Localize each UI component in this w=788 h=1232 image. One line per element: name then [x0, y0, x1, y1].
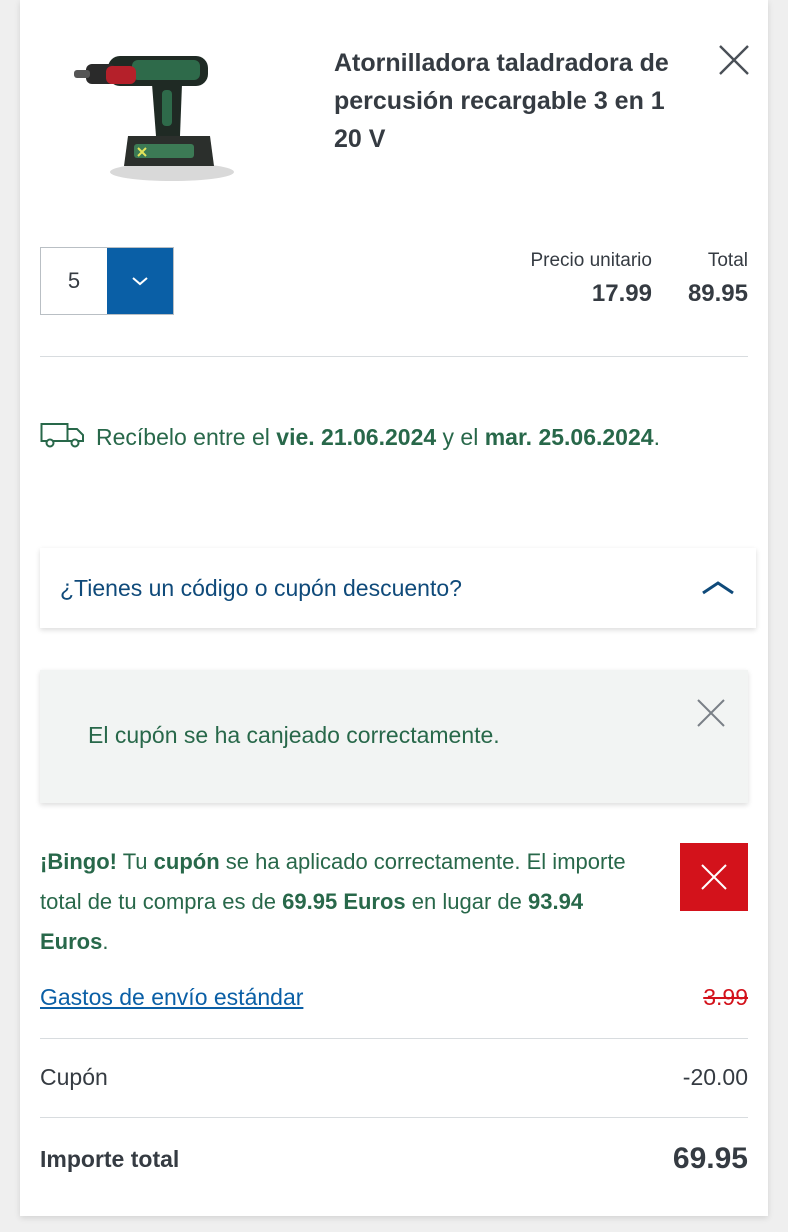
- unit-price: Precio unitario 17.99: [530, 250, 651, 308]
- divider: [40, 1038, 748, 1039]
- shipping-link[interactable]: Gastos de envío estándar: [40, 984, 303, 1011]
- close-icon: [701, 864, 727, 890]
- line-total-value: 89.95: [687, 280, 748, 307]
- coupon-success-alert: El cupón se ha canjeado correctamente.: [40, 670, 748, 803]
- total-row: Importe total 69.95: [40, 1142, 748, 1176]
- product-title[interactable]: Atornilladora taladradora de percusión r…: [334, 44, 674, 158]
- coupon-toggle[interactable]: ¿Tienes un código o cupón descuento?: [40, 548, 756, 628]
- drill-product-image[interactable]: [72, 40, 242, 190]
- remove-coupon-button[interactable]: [680, 843, 748, 911]
- bingo-word: ¡Bingo!: [40, 849, 117, 874]
- coupon-toggle-label: ¿Tienes un código o cupón descuento?: [60, 574, 462, 601]
- chevron-down-icon: [132, 277, 148, 286]
- delivery-date-to: mar. 25.06.2024: [484, 424, 654, 450]
- divider: [40, 356, 748, 357]
- chevron-up-icon[interactable]: [700, 578, 736, 598]
- delivery-date-from: vie. 21.06.2024: [276, 424, 437, 450]
- truck-icon: [40, 414, 86, 468]
- quantity-dropdown-button[interactable]: [107, 248, 173, 314]
- order-total-value: 69.95: [672, 1142, 748, 1175]
- coupon-label: Cupón: [40, 1064, 108, 1090]
- delivery-middle: y el: [442, 424, 479, 450]
- delivery-prefix: Recíbelo entre el: [96, 424, 270, 450]
- unit-price-label: Precio unitario: [530, 250, 652, 271]
- delivery-estimate: Recíbelo entre el vie. 21.06.2024 y el m…: [40, 410, 740, 468]
- cart-item-card: Atornilladora taladradora de percusión r…: [20, 0, 768, 1216]
- divider: [40, 1117, 748, 1118]
- bingo-text-3: en lugar de: [411, 889, 522, 914]
- quantity-value: 5: [67, 268, 81, 293]
- quantity-select[interactable]: 5: [40, 247, 174, 315]
- success-message: El cupón se ha canjeado correctamente.: [88, 722, 500, 748]
- delivery-suffix: .: [653, 424, 660, 450]
- coupon-value: -20.00: [682, 1064, 748, 1090]
- remove-item-close-icon[interactable]: [716, 42, 752, 78]
- shipping-row: Gastos de envío estándar 3.99: [40, 984, 748, 1011]
- bingo-new-amount: 69.95 Euros: [282, 889, 406, 914]
- price-summary: Precio unitario 17.99 Total 89.95: [530, 250, 748, 308]
- shipping-old-price: 3.99: [703, 984, 748, 1010]
- order-total-label: Importe total: [40, 1145, 180, 1172]
- coupon-applied-message: ¡Bingo! Tu cupón se ha aplicado correcta…: [40, 842, 650, 962]
- bingo-text-1: Tu: [122, 849, 148, 874]
- coupon-row: Cupón -20.00: [40, 1064, 748, 1091]
- bingo-cupon-word: cupón: [153, 849, 220, 874]
- close-alert-icon[interactable]: [694, 696, 728, 730]
- unit-price-value: 17.99: [591, 280, 652, 307]
- line-total-label: Total: [707, 250, 748, 271]
- line-total: Total 89.95: [688, 250, 748, 308]
- bingo-text-4: .: [102, 929, 109, 954]
